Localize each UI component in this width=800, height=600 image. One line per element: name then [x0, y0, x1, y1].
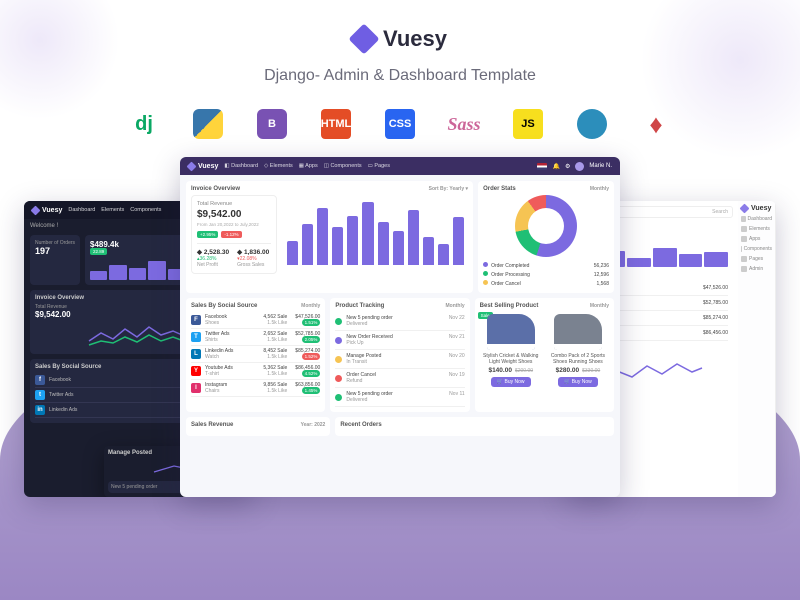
bell-icon[interactable]: 🔔	[552, 163, 559, 170]
social-row[interactable]: IInstagramChairs9,856 Sale1.5k Like$63,8…	[191, 380, 320, 397]
bar	[438, 244, 449, 265]
bar-chart	[283, 195, 468, 265]
legend-item: Order Processing12,596	[483, 270, 609, 279]
sass-icon: Sass	[449, 109, 479, 139]
social-row[interactable]: FFacebookShoes4,562 Sale1.5k Like$47,526…	[191, 312, 320, 329]
social-row[interactable]: TTwitter AdsShirts2,652 Sale1.5k Like$52…	[191, 329, 320, 346]
avatar[interactable]	[575, 162, 584, 171]
nav-elements[interactable]: ◇ Elements	[264, 163, 293, 169]
nav-dashboard[interactable]: ◧ Dashboard	[224, 163, 258, 169]
badge-up: +2.95%	[197, 231, 218, 238]
period-dropdown[interactable]: Monthly	[301, 303, 320, 309]
bar	[393, 231, 404, 265]
nav-components[interactable]: Components	[130, 207, 161, 213]
bar	[317, 208, 328, 265]
track-row[interactable]: Order CancelRefundNov 19	[335, 369, 464, 388]
css-icon: CSS	[385, 109, 415, 139]
sort-dropdown[interactable]: Yearly	[449, 186, 464, 192]
social-title: Sales By Social Source	[191, 303, 257, 309]
sales-revenue-title: Sales Revenue	[191, 422, 233, 428]
period-dropdown[interactable]: Monthly	[590, 186, 609, 192]
buy-button[interactable]: 🛒 Buy Now	[491, 377, 531, 387]
social-title: Sales By Social Source	[35, 364, 101, 370]
tagline: Django- Admin & Dashboard Template	[0, 67, 800, 85]
html-icon: HTML	[321, 109, 351, 139]
social-row[interactable]: LLinkedin AdsWatch8,452 Sale1.5k Like$85…	[191, 346, 320, 363]
nav-components[interactable]: ◫ Components	[324, 163, 362, 169]
bar	[332, 227, 343, 266]
pct-badge: 22.89	[90, 248, 107, 255]
order-stats-title: Order Stats	[483, 186, 516, 192]
js-icon: JS	[513, 109, 543, 139]
python-icon	[193, 109, 223, 139]
brand: Vuesy	[353, 26, 447, 52]
num-orders: 197	[35, 246, 75, 256]
track-row[interactable]: Manage PostedIn TransitNov 20	[335, 350, 464, 369]
yarn-icon	[577, 109, 607, 139]
brand-sm: Vuesy	[188, 163, 218, 170]
gear-icon[interactable]: ⚙	[565, 163, 570, 170]
buy-button[interactable]: 🛒 Buy Now	[558, 377, 598, 387]
sidebar: Vuesy Dashboard Elements Apps Components…	[738, 201, 776, 497]
brand-name: Vuesy	[383, 26, 447, 52]
legend-item: Order Cancel1,568	[483, 279, 609, 288]
bar	[453, 217, 464, 265]
cube-icon	[187, 161, 197, 171]
sidebar-item[interactable]: Admin	[741, 264, 772, 274]
bar	[423, 237, 434, 265]
django-icon: dj	[129, 109, 159, 139]
best-selling-title: Best Selling Product	[480, 303, 539, 309]
bar	[378, 222, 389, 265]
badge-down: -1.12%	[221, 231, 241, 238]
bootstrap-icon: B	[257, 109, 287, 139]
product-card[interactable]: Combo Pack of 2 Sports Shoes Running Sho…	[547, 312, 609, 387]
invoice-title: Invoice Overview	[191, 186, 240, 192]
donut-chart	[515, 195, 577, 257]
bar	[302, 224, 313, 265]
gulp-icon: ♦	[641, 109, 671, 139]
revenue-box: Total Revenue $9,542.00 From Jan 20,2022…	[191, 195, 277, 274]
sidebar-item[interactable]: Components	[741, 244, 772, 254]
topbar: Vuesy ◧ Dashboard ◇ Elements ▦ Apps ◫ Co…	[180, 157, 620, 175]
bar	[347, 216, 358, 265]
sidebar-item[interactable]: Elements	[741, 224, 772, 234]
social-row[interactable]: YYoutube AdsT-shirt5,362 Sale1.5k Like$8…	[191, 363, 320, 380]
sidebar-item[interactable]: Apps	[741, 234, 772, 244]
period-dropdown[interactable]: Monthly	[445, 303, 464, 309]
dashboard-main: Vuesy ◧ Dashboard ◇ Elements ▦ Apps ◫ Co…	[180, 157, 620, 497]
bar	[408, 210, 419, 265]
bar	[362, 202, 373, 265]
tracking-title: Product Tracking	[335, 303, 384, 309]
cube-icon	[348, 23, 379, 54]
revenue-value: $9,542.00	[197, 209, 271, 220]
product-card[interactable]: SaleStylish Cricket & Walking Light Weig…	[480, 312, 542, 387]
nav-pages[interactable]: ▭ Pages	[368, 163, 390, 169]
legend-item: Order Completed56,236	[483, 261, 609, 270]
bar	[287, 241, 298, 266]
invoice-overview-title: Invoice Overview	[35, 295, 84, 301]
track-row[interactable]: New 5 pending orderDeliveredNov 11	[335, 388, 464, 407]
user-name[interactable]: Marie N.	[589, 163, 612, 169]
nav-dashboard[interactable]: Dashboard	[68, 207, 95, 213]
recent-orders-title: Recent Orders	[340, 422, 381, 428]
nav-apps[interactable]: ▦ Apps	[299, 163, 318, 169]
sidebar-item[interactable]: Pages	[741, 254, 772, 264]
period-dropdown[interactable]: Monthly	[590, 303, 609, 309]
nav-elements[interactable]: Elements	[101, 207, 124, 213]
track-row[interactable]: New Order ReceivedPick UpNov 21	[335, 331, 464, 350]
track-row[interactable]: New 5 pending orderDeliveredNov 22	[335, 312, 464, 331]
flag-icon[interactable]	[537, 163, 547, 170]
sidebar-item[interactable]: Dashboard	[741, 214, 772, 224]
tech-icons: dj B HTML CSS Sass JS ♦	[0, 109, 800, 139]
